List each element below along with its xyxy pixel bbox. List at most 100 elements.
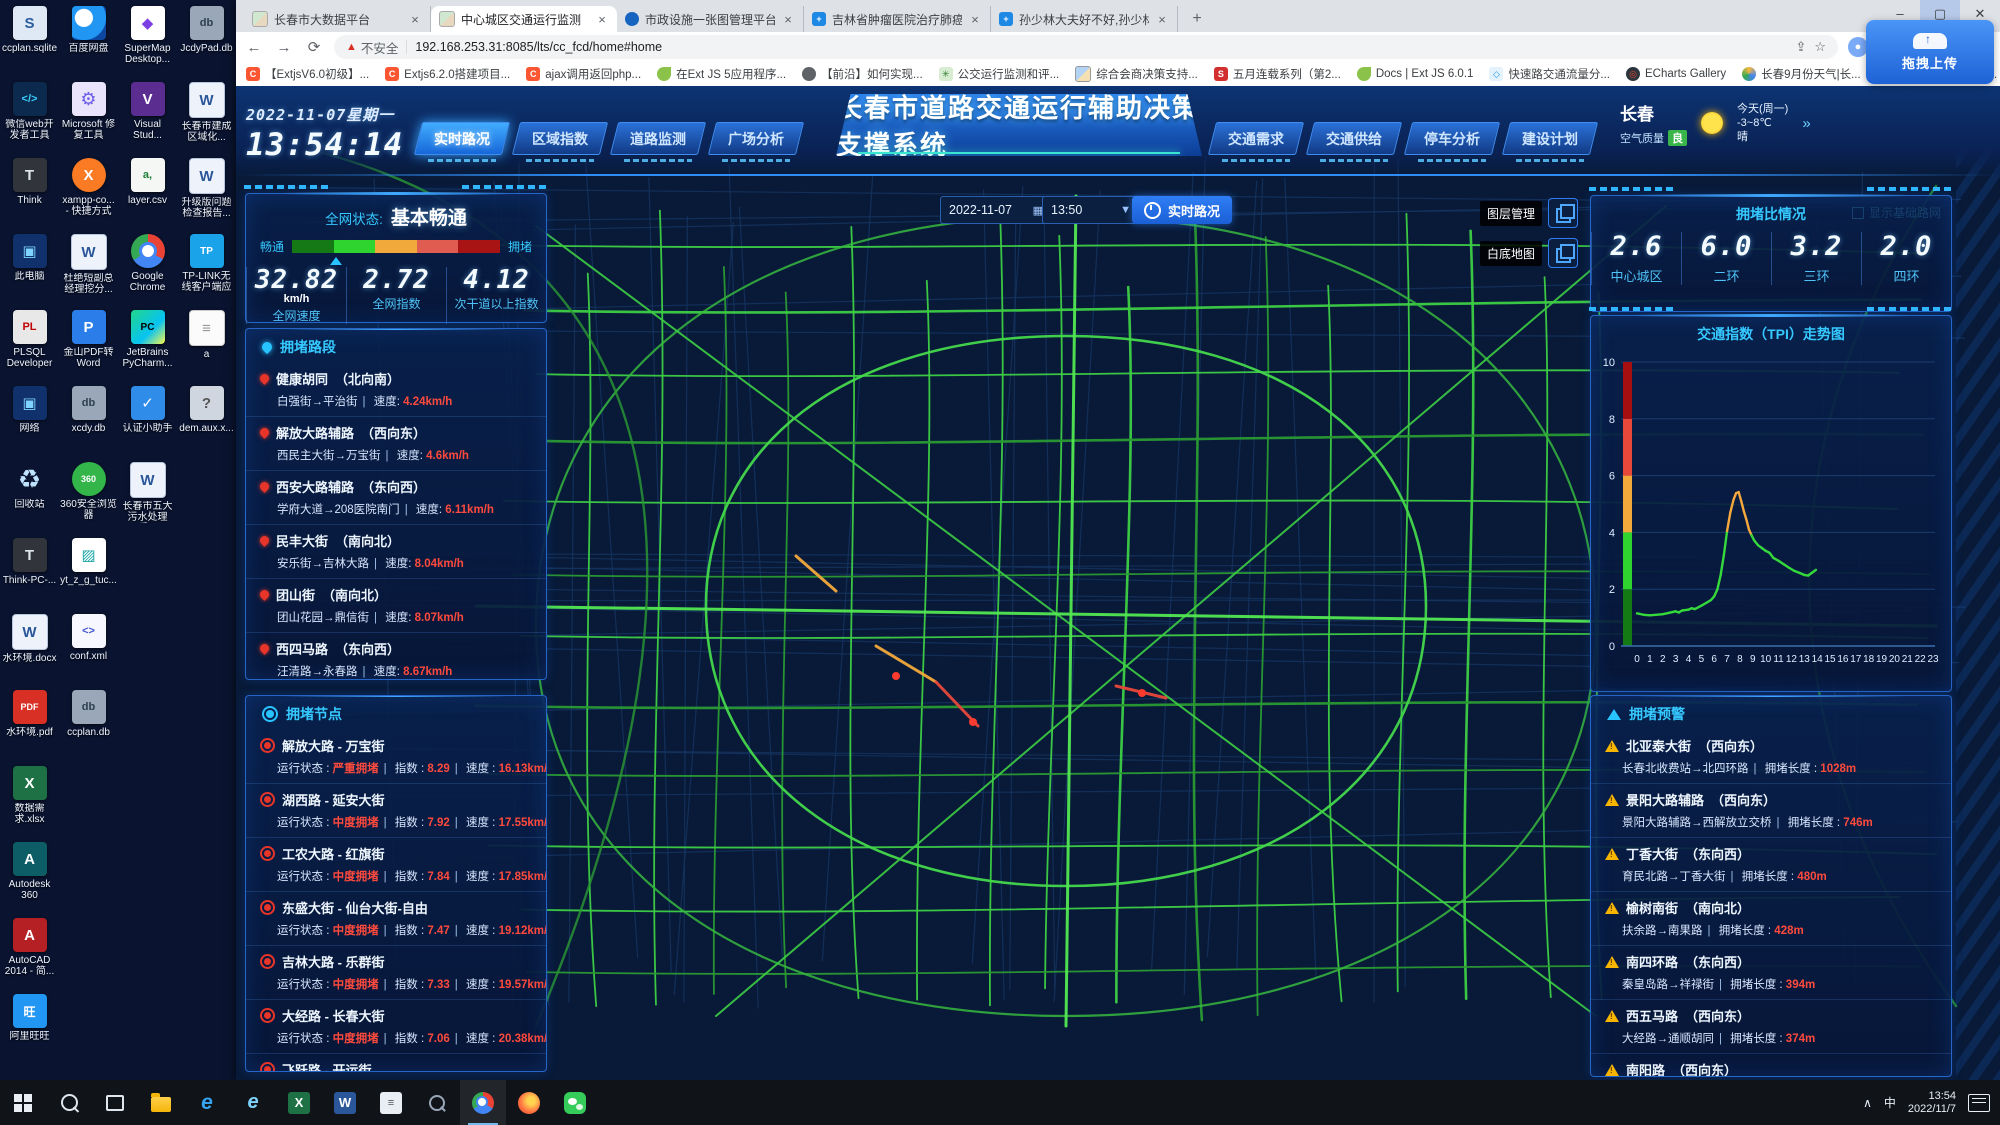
desktop-icon[interactable]: PDF 水环境.pdf [0,690,59,766]
bookmark-item[interactable]: 【前沿】如何实现... [802,66,923,82]
desktop-icon[interactable]: W 杜绝短副总经理挖分... [59,234,118,310]
road-list-item[interactable]: 西安大路辅路（东向西） 学府大道→208医院南门| 速度: 6.11km/h [246,471,546,525]
bookmark-item[interactable]: ✳ 公交运行监测和评... [939,66,1060,82]
desktop-icon[interactable]: W 长春市五大污水处理系... [118,462,177,538]
taskbar-app-button[interactable] [460,1080,506,1125]
node-list-item[interactable]: 工农大路 - 红旗街 运行状态 : 中度拥堵| 指数 : 7.84| 速度 : … [246,838,546,892]
road-list-item[interactable]: 西四马路（东向西） 汪清路→永春路| 速度: 8.67km/h [246,633,546,680]
desktop-icon[interactable]: ▨ yt_z_g_tuc... [59,538,118,614]
desktop-icon[interactable]: ✓ 认证小助手 [118,386,177,462]
input-language[interactable]: 中 [1884,1094,1896,1111]
desktop-icon[interactable]: T Think-PC-... [0,538,59,614]
bookmark-item[interactable]: C ajax调用返回php... [526,66,641,82]
bookmark-item[interactable]: C 【ExtjsV6.0初级】... [246,66,369,82]
tab-close-icon[interactable]: × [1155,12,1169,27]
desktop-icon[interactable]: PC JetBrains PyCharm... [118,310,177,386]
taskbar-app-button[interactable]: ≡ [368,1080,414,1125]
desktop-icon[interactable]: X xampp-co... - 快捷方式 [59,158,118,234]
road-list-item[interactable]: 团山街（南向北） 团山花园→鼎信街| 速度: 8.07km/h [246,579,546,633]
taskbar-clock[interactable]: 13:54 2022/11/7 [1908,1090,1956,1116]
taskbar-app-button[interactable] [138,1080,184,1125]
tab-close-icon[interactable]: × [595,12,609,27]
desktop-icon[interactable]: Google Chrome [118,234,177,310]
bookmark-item[interactable]: S 五月连载系列（第2... [1214,66,1341,82]
taskbar-app-button[interactable]: X [276,1080,322,1125]
desktop-icon[interactable]: S ccplan.sqlite [0,6,59,82]
desktop-icon[interactable]: ♻ 回收站 [0,462,59,538]
warning-list-item[interactable]: 南四环路（东向西） 秦皇岛路→祥禄街| 拥堵长度 : 394m [1591,946,1951,1000]
browser-tab[interactable]: + 孙少林大夫好不好,孙少林大夫怎... × [991,6,1178,32]
warning-list-item[interactable]: 丁香大街（东向西） 育民北路→丁香大街| 拥堵长度 : 480m [1591,838,1951,892]
node-list-item[interactable]: 东盛大街 - 仙台大街-自由 运行状态 : 中度拥堵| 指数 : 7.47| 速… [246,892,546,946]
bookmark-item[interactable]: 长春9月份天气|长... [1742,66,1860,82]
node-list-item[interactable]: 湖西路 - 延安大街 运行状态 : 中度拥堵| 指数 : 7.92| 速度 : … [246,784,546,838]
map-time-select[interactable]: 13:50▼ [1042,196,1140,224]
bookmark-item[interactable]: ◇ 快速路交通流量分... [1489,66,1610,82]
profile-avatar[interactable]: ● [1848,37,1868,57]
browser-tab[interactable]: 中心城区交通运行监测 × [431,6,617,32]
taskbar-app-button[interactable]: W [322,1080,368,1125]
back-button[interactable]: ← [244,39,264,56]
desktop-icon[interactable]: ▣ 此电脑 [0,234,59,310]
address-bar[interactable]: ▲ 不安全 192.168.253.31:8085/lts/cc_fcd/hom… [334,35,1838,59]
taskbar-app-button[interactable] [0,1080,46,1125]
node-list-item[interactable]: 大经路 - 长春大街 运行状态 : 中度拥堵| 指数 : 7.06| 速度 : … [246,1000,546,1054]
desktop-icon[interactable]: T Think [0,158,59,234]
warning-list-item[interactable]: 西五马路（西向东） 大经路→通顺胡同| 拥堵长度 : 374m [1591,1000,1951,1054]
base-network-checkbox[interactable]: 显示基础路网 [1852,204,1941,221]
security-chip[interactable]: ▲ 不安全 [346,38,398,57]
desktop-icon[interactable]: ≡ a [177,310,236,386]
road-list-item[interactable]: 民丰大街（南向北） 安乐街→吉林大路| 速度: 8.04km/h [246,525,546,579]
desktop-icon[interactable]: ⚙ Microsoft 修复工具 [59,82,118,158]
action-center-icon[interactable] [1968,1094,1990,1112]
nav-button[interactable]: 交通供给 [1310,122,1398,155]
nav-button[interactable]: 广场分析 [712,122,800,155]
tab-close-icon[interactable]: × [968,12,982,27]
desktop-icon[interactable]: a, layer.csv [118,158,177,234]
realtime-traffic-button[interactable]: 实时路况 [1132,196,1232,224]
desktop-icon[interactable]: ◆ SuperMap Desktop... [118,6,177,82]
nav-button[interactable]: 实时路况 [418,122,506,155]
bookmark-item[interactable]: 在Ext JS 5应用程序... [657,66,786,82]
taskbar-app-button[interactable]: e [230,1080,276,1125]
bookmark-item[interactable]: C Extjs6.2.0搭建项目... [385,66,510,82]
nav-button[interactable]: 停车分析 [1408,122,1496,155]
desktop-icon[interactable]: ? dem.aux.x... [177,386,236,462]
bookmark-item[interactable]: ◎ ECharts Gallery [1626,67,1726,81]
weather-chevron-icon[interactable]: » [1802,115,1810,132]
map-date-picker[interactable]: 2022-11-07▦ [940,196,1052,224]
taskbar-app-button[interactable] [552,1080,598,1125]
taskbar-app-button[interactable] [506,1080,552,1125]
warning-list-item[interactable]: 北亚泰大街（西向东） 长春北收费站→北四环路| 拥堵长度 : 1028m [1591,730,1951,784]
taskbar-app-button[interactable] [92,1080,138,1125]
desktop-icon[interactable]: db xcdy.db [59,386,118,462]
nav-button[interactable]: 建设计划 [1506,122,1594,155]
desktop-icon[interactable]: db ccplan.db [59,690,118,766]
desktop-icon[interactable]: W 水环境.docx [0,614,59,690]
tab-close-icon[interactable]: × [408,12,422,27]
layer-manager-button[interactable]: 图层管理 [1480,198,1578,228]
desktop-icon[interactable]: TP TP-LINK无线客户端应用... [177,234,236,310]
desktop-icon[interactable]: 360 360安全浏览器 [59,462,118,538]
url-text[interactable]: 192.168.253.31:8085/lts/cc_fcd/home#home [415,40,1787,54]
desktop-icon[interactable]: <> conf.xml [59,614,118,690]
desktop-icon[interactable]: 旺 阿里旺旺 [0,994,59,1070]
node-list-item[interactable]: 飞跃路 - 开运街 运行状态 : 中度拥堵| 指数 : 6.8| 速度 : 21… [246,1054,546,1072]
nav-button[interactable]: 道路监测 [614,122,702,155]
desktop-icon[interactable]: PL PLSQL Developer [0,310,59,386]
tab-close-icon[interactable]: × [781,12,795,27]
node-list-item[interactable]: 吉林大路 - 乐群街 运行状态 : 中度拥堵| 指数 : 7.33| 速度 : … [246,946,546,1000]
new-tab-button[interactable]: + [1184,6,1210,32]
warning-list-item[interactable]: 榆树南街（南向北） 扶余路→南果路| 拥堵长度 : 428m [1591,892,1951,946]
forward-button[interactable]: → [274,39,294,56]
taskbar-app-button[interactable] [414,1080,460,1125]
bookmark-item[interactable]: 综合会商决策支持... [1075,66,1198,82]
warning-list-item[interactable]: 景阳大路辅路（西向东） 景阳大路辅路→西解放立交桥| 拥堵长度 : 746m [1591,784,1951,838]
taskbar-app-button[interactable]: e [184,1080,230,1125]
desktop-icon[interactable]: A AutoCAD 2014 - 简... [0,918,59,994]
upload-widget[interactable]: 拖拽上传 [1866,20,1994,84]
browser-tab[interactable]: + 吉林省肿瘤医院治疗肺癌怎么样_ × [804,6,991,32]
base-map-button[interactable]: 白底地图 [1480,238,1578,268]
node-list-item[interactable]: 解放大路 - 万宝街 运行状态 : 严重拥堵| 指数 : 8.29| 速度 : … [246,730,546,784]
share-icon[interactable]: ⇪ [1795,39,1806,55]
